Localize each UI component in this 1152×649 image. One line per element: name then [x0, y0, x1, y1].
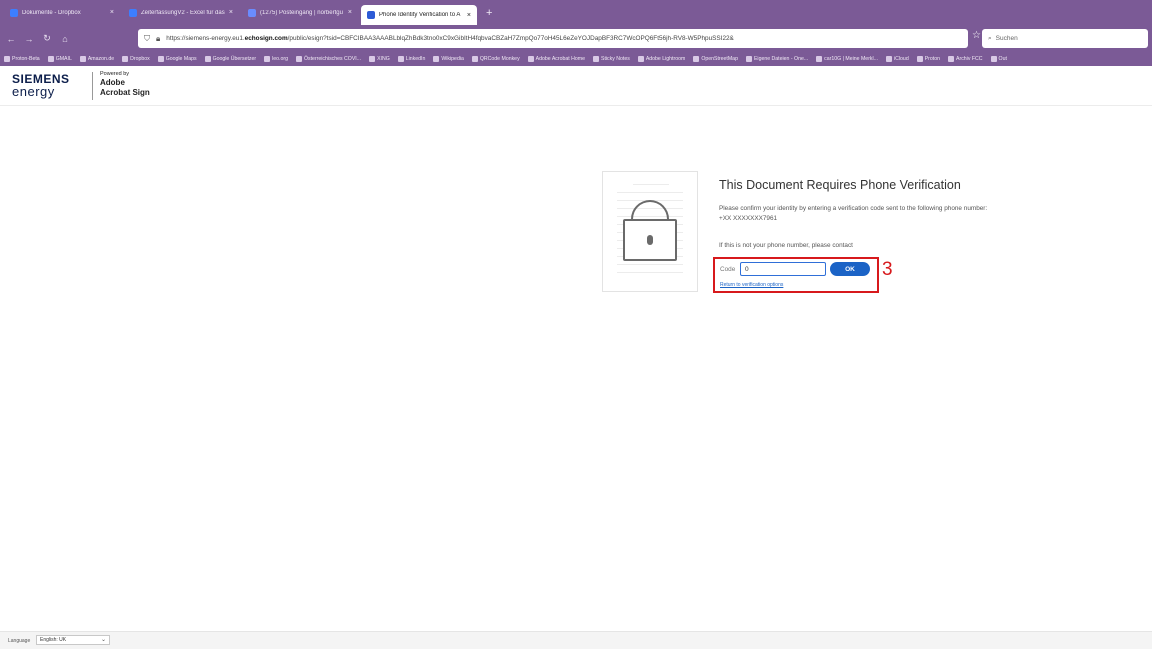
bookmark-icon — [471, 56, 478, 62]
bookmark-icon — [990, 56, 997, 62]
bookmark-icon — [295, 56, 302, 62]
doc-line — [617, 264, 683, 265]
bookmark-item[interactable]: OpenStreetMap — [693, 56, 738, 62]
bookmark-item[interactable]: Wikipedia — [433, 56, 464, 62]
bookmark-item[interactable]: Google Übersetzer — [204, 56, 256, 62]
bookmark-star-icon[interactable]: ☆ — [972, 30, 981, 41]
bookmark-icon — [433, 56, 440, 62]
energy-logo: energy — [12, 84, 55, 99]
bookmark-item[interactable]: leo.org — [264, 56, 288, 62]
bookmark-icon — [592, 56, 599, 62]
bookmark-icon — [527, 56, 534, 62]
close-icon[interactable]: × — [110, 9, 114, 16]
close-icon[interactable]: × — [348, 9, 352, 16]
bookmark-item[interactable]: Sticky Notes — [592, 56, 630, 62]
address-bar[interactable]: ⛉ 🔒︎ https://siemens-energy.eu1.echosign… — [138, 29, 968, 48]
search-placeholder: Suchen — [995, 35, 1018, 42]
powered-by-label: Powered by — [100, 71, 130, 77]
adobe-label: Adobe — [100, 78, 125, 87]
bookmark-item[interactable]: Österreichisches COVI... — [295, 56, 361, 62]
tab-title: (1275) Posteingang | norbertgu — [260, 9, 343, 16]
bookmark-icon — [47, 56, 54, 62]
verification-description: Please confirm your identity by entering… — [719, 205, 988, 222]
bookmark-icon — [369, 56, 376, 62]
bookmark-icon — [916, 56, 923, 62]
browser-tab-bar: Dokumente - Dropbox × ZeiterfassungV2 - … — [0, 0, 1152, 25]
tab-title: ZeiterfassungV2 - Excel für das — [141, 9, 225, 16]
bookmark-icon — [886, 56, 892, 62]
bookmark-item[interactable]: Google Maps — [157, 56, 197, 62]
browser-tab[interactable]: Dokumente - Dropbox × — [4, 4, 120, 22]
bookmark-icon — [693, 56, 700, 62]
doc-line — [633, 184, 669, 185]
bookmark-item[interactable]: Out — [990, 56, 1007, 62]
dropbox-icon — [129, 8, 137, 17]
bookmark-item[interactable]: XING — [369, 56, 390, 62]
browser-tab[interactable]: (1275) Posteingang | norbertgu × — [242, 4, 358, 22]
bookmark-item[interactable]: Eigene Dateien - One... — [745, 56, 808, 62]
bookmark-item[interactable]: QRCode Monkey — [471, 56, 520, 62]
bookmark-item[interactable]: GMAIL — [47, 56, 72, 62]
tab-title: Dokumente - Dropbox — [22, 9, 81, 16]
acrobat-sign-label: Acrobat Sign — [100, 88, 150, 97]
lock-icon: 🔒︎ — [156, 33, 161, 43]
language-value: English: UK — [40, 637, 67, 643]
bookmark-item[interactable]: iCloud — [886, 56, 909, 62]
reload-icon[interactable]: ↻ — [40, 33, 54, 44]
bookmark-item[interactable]: Dropbox — [122, 56, 150, 62]
new-tab-button[interactable]: + — [486, 7, 492, 19]
search-input[interactable]: ⌕ Suchen — [982, 29, 1148, 48]
tab-title: Phone Identity Verification to A — [379, 12, 461, 18]
page-header: SIEMENS energy Powered by Adobe Acrobat … — [0, 66, 1152, 106]
home-icon[interactable]: ⌂ — [58, 34, 72, 44]
bookmark-item[interactable]: Proton — [916, 56, 940, 62]
forward-icon[interactable]: → — [22, 34, 36, 44]
bookmark-icon — [157, 56, 164, 62]
bookmark-item[interactable]: Amazon.de — [79, 56, 114, 62]
step-number-annotation: 3 — [882, 259, 893, 280]
bookmark-icon — [745, 56, 752, 62]
language-select[interactable]: English: UK ⌄ — [36, 635, 110, 645]
page-footer: Language English: UK ⌄ — [0, 631, 1152, 649]
bookmark-icon — [816, 56, 823, 62]
bookmark-icon — [4, 56, 10, 62]
bookmark-icon — [79, 56, 86, 62]
locked-document-illustration — [602, 171, 698, 292]
bookmark-icon — [122, 56, 129, 62]
bookmark-icon — [264, 56, 271, 62]
acrobat-sign-icon — [367, 11, 375, 19]
url-text: https://siemens-energy.eu1.echosign.com/… — [166, 35, 734, 42]
browser-tab-active[interactable]: Phone Identity Verification to A × — [361, 5, 477, 25]
keyhole — [647, 235, 653, 245]
bookmark-icon — [948, 56, 955, 62]
bookmark-item[interactable]: LinkedIn — [397, 56, 425, 62]
bookmark-item[interactable]: car10G | Meine Merkl... — [816, 56, 878, 62]
bookmark-icon — [204, 56, 211, 62]
doc-line — [617, 272, 683, 273]
language-label: Language — [8, 638, 31, 644]
page-title: This Document Requires Phone Verificatio… — [719, 178, 961, 192]
bookmark-item[interactable]: Adobe Acrobat Home — [527, 56, 585, 62]
highlight-annotation-box — [713, 257, 879, 293]
close-icon[interactable]: × — [229, 9, 233, 16]
bookmark-item[interactable]: Archiv FCC — [948, 56, 983, 62]
logo-divider — [92, 72, 93, 100]
doc-line — [617, 192, 683, 193]
mail-icon — [248, 8, 256, 17]
dropbox-icon — [10, 8, 18, 17]
browser-tab[interactable]: ZeiterfassungV2 - Excel für das × — [123, 4, 239, 22]
bookmarks-bar: Proton-Beta GMAIL Amazon.de Dropbox Goog… — [0, 52, 1152, 66]
bookmark-item[interactable]: Adobe Lightroom — [637, 56, 685, 62]
contact-text: If this is not your phone number, please… — [719, 242, 853, 249]
shield-icon: ⛉ — [144, 33, 150, 43]
bookmark-icon — [397, 56, 404, 62]
bookmark-item[interactable]: Proton-Beta — [4, 56, 40, 62]
close-icon[interactable]: × — [467, 12, 471, 19]
chevron-down-icon: ⌄ — [100, 637, 106, 643]
bookmark-icon — [637, 56, 644, 62]
search-icon: ⌕ — [988, 34, 992, 42]
back-icon[interactable]: ← — [4, 34, 18, 44]
